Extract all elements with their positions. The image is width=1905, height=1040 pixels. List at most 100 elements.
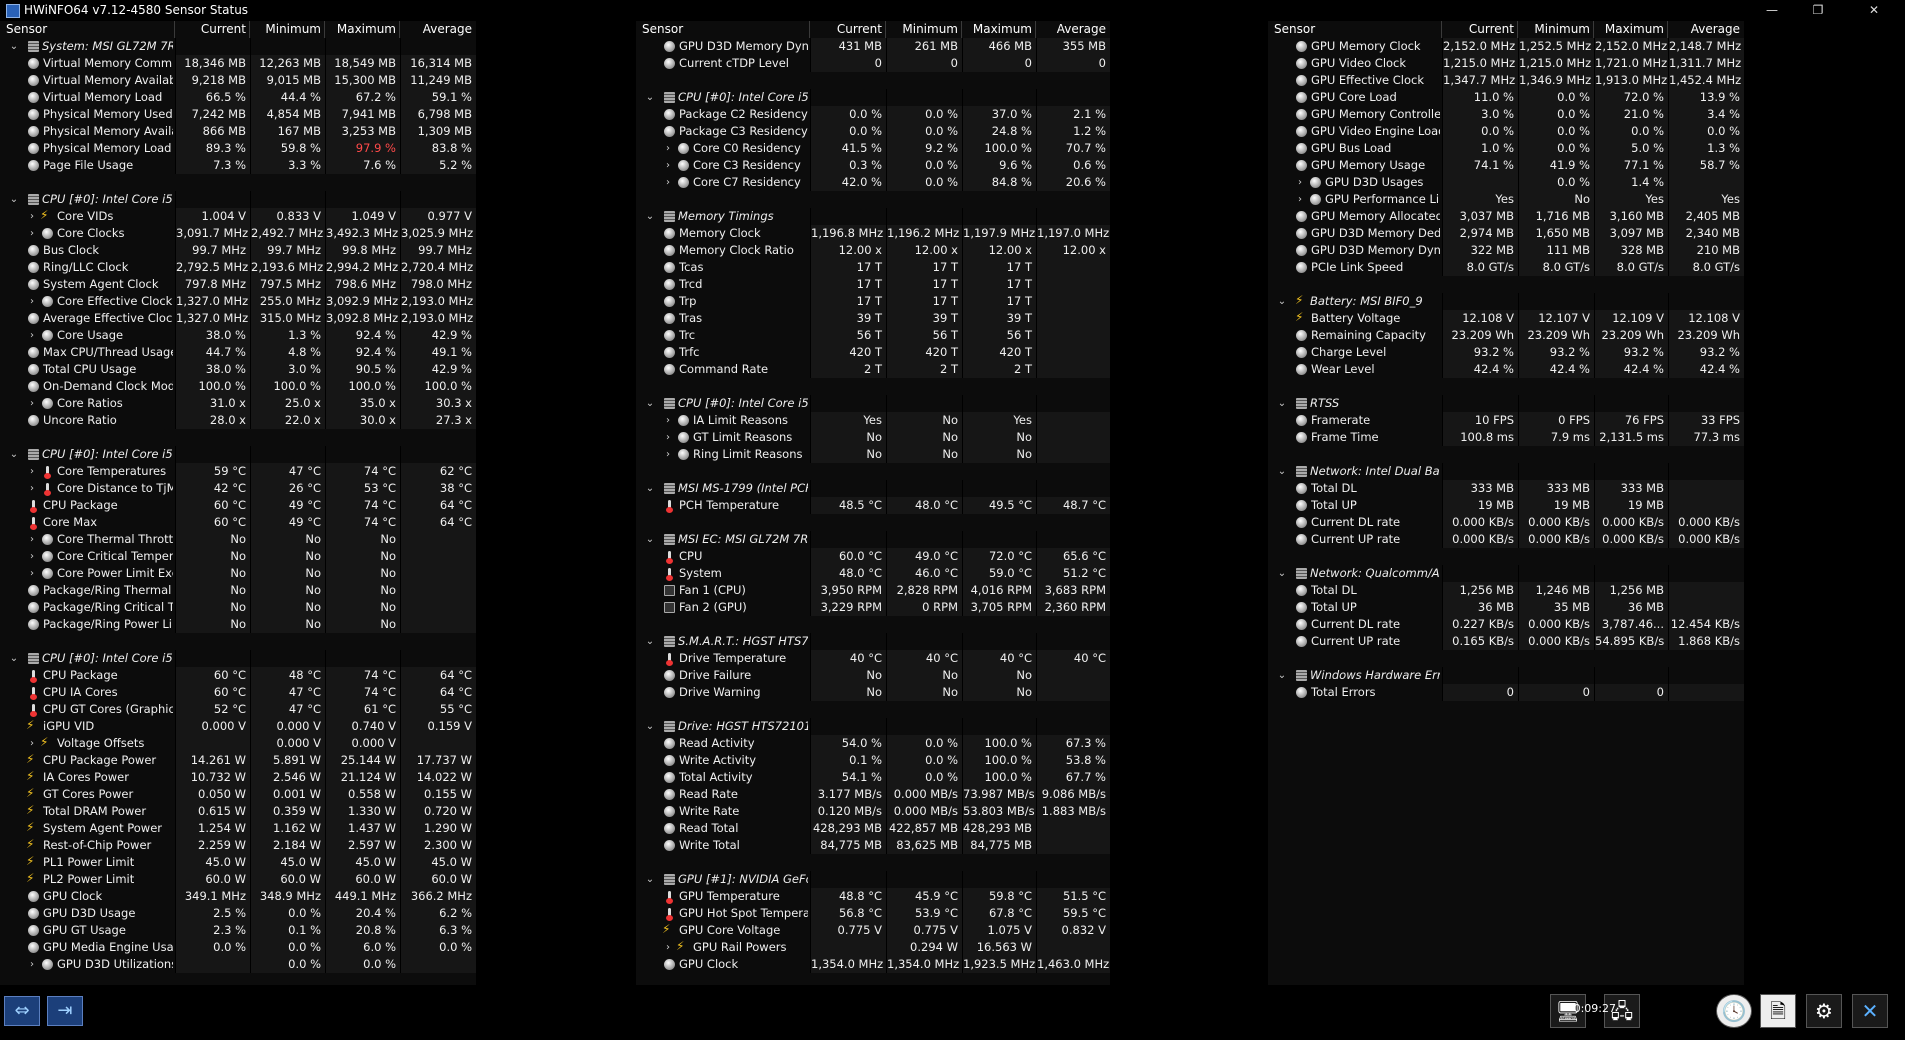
collapse-chevron-icon[interactable]: ⌄ xyxy=(644,531,656,548)
sensor-row[interactable]: › Core Usage 38.0 % 1.3 % 92.4 % 42.9 % xyxy=(0,327,476,344)
sensor-row[interactable]: CPU Package 60 °C 49 °C 74 °C 64 °C xyxy=(0,497,476,514)
sensor-row[interactable]: Drive Temperature 40 °C 40 °C 40 °C 40 °C xyxy=(636,650,1110,667)
sensor-row[interactable]: ›GPU Performance LimitsYesNoYesYes xyxy=(1268,191,1744,208)
sensor-group-header[interactable]: ⌄ Drive: HGST HTS721010... xyxy=(636,718,1110,735)
sensor-row[interactable]: › Core Distance to TjMAX42 °C26 °C53 °C38… xyxy=(0,480,476,497)
sensor-row[interactable]: On-Demand Clock Modul...100.0 %100.0 %10… xyxy=(0,378,476,395)
sensor-group-header[interactable]: ⌄ CPU [#0]: Intel Core i5-... xyxy=(636,395,1110,412)
sensor-group-header[interactable]: ⌄ Network: Intel Dual Ban... xyxy=(1268,463,1744,480)
sensor-row[interactable]: › Core C3 Residency 0.3 % 0.0 % 9.6 % 0.6 % xyxy=(636,157,1110,174)
sensor-row[interactable]: PL1 Power Limit45.0 W45.0 W45.0 W45.0 W xyxy=(0,854,476,871)
sensor-row[interactable]: › GT Limit Reasons No No No xyxy=(636,429,1110,446)
sensor-group-header[interactable]: ⌄ CPU [#0]: Intel Core i5-... xyxy=(636,89,1110,106)
sensor-row[interactable]: GPU Effective Clock 1,347.7 MHz 1,346.9 MH… xyxy=(1268,72,1744,89)
expand-chevron-icon[interactable]: › xyxy=(26,293,38,310)
collapse-chevron-icon[interactable]: ⌄ xyxy=(1276,667,1288,684)
sensor-row[interactable]: CPU Package 60 °C 48 °C 74 °C 64 °C xyxy=(0,667,476,684)
expand-chevron-icon[interactable]: › xyxy=(26,565,38,582)
sensor-row[interactable]: › Core VIDs 1.004 V0.833 V1.049 V0.977 V xyxy=(0,208,476,225)
expand-chevron-icon[interactable]: › xyxy=(662,939,674,956)
expand-chevron-icon[interactable]: › xyxy=(662,429,674,446)
sensor-group-header[interactable]: ⌄ Battery: MSI BIF0_9 xyxy=(1268,293,1744,310)
sensor-group-header[interactable]: ⌄ CPU [#0]: Intel Core i5-... xyxy=(0,191,476,208)
sensor-row[interactable]: › Core C7 Residency 42.0 % 0.0 % 84.8 % 20.6 … xyxy=(636,174,1110,191)
sensor-row[interactable]: CPU GT Cores (Graphics) 52 °C 47 °C 61 °C 55… xyxy=(0,701,476,718)
sensor-row[interactable]: Ring/LLC Clock 2,792.5 MHz 2,193.6 MHz 2,99… xyxy=(0,259,476,276)
settings-icon[interactable]: ⚙ xyxy=(1806,994,1842,1028)
header-minimum[interactable]: Minimum xyxy=(250,21,325,38)
expand-chevron-icon[interactable]: › xyxy=(26,480,38,497)
collapse-chevron-icon[interactable]: ⌄ xyxy=(1276,565,1288,582)
sensor-row[interactable]: Virtual Memory Available 9,218 MB 9,015 MB… xyxy=(0,72,476,89)
sensor-row[interactable]: Tras 39 T 39 T 39 T xyxy=(636,310,1110,327)
sensor-row[interactable]: Physical Memory Used 7,242 MB 4,854 MB 7,94… xyxy=(0,106,476,123)
sensor-row[interactable]: Page File Usage 7.3 % 3.3 % 7.6 % 5.2 % xyxy=(0,157,476,174)
sensor-row[interactable]: Current UP rate 0.165 KB/s 0.000 KB/s 54.89… xyxy=(1268,633,1744,650)
sensor-row[interactable]: Trfc 420 T 420 T 420 T xyxy=(636,344,1110,361)
header-sensor[interactable]: Sensor xyxy=(642,21,810,38)
sensor-row[interactable]: Package/Ring Critical Te...NoNoNo xyxy=(0,599,476,616)
sensor-row[interactable]: Total CPU Usage 38.0 % 3.0 % 90.5 % 42.9 % xyxy=(0,361,476,378)
sensor-row[interactable]: › IA Limit Reasons Yes No Yes xyxy=(636,412,1110,429)
expand-chevron-icon[interactable]: › xyxy=(662,412,674,429)
sensor-row[interactable]: Battery Voltage12.108 V12.107 V12.109 V1… xyxy=(1268,310,1744,327)
sensor-row[interactable]: GPU Memory Clock 2,152.0 MHz 1,252.5 MHz 2,… xyxy=(1268,38,1744,55)
collapse-chevron-icon[interactable]: ⌄ xyxy=(8,191,20,208)
sensor-row[interactable]: Read Activity 54.0 % 0.0 % 100.0 % 67.3 % xyxy=(636,735,1110,752)
sensor-row[interactable]: Read Rate 3.177 MB/s 0.000 MB/s 73.987 MB/s… xyxy=(636,786,1110,803)
sensor-row[interactable]: ›Core Thermal ThrottlingNoNoNo xyxy=(0,531,476,548)
collapse-chevron-icon[interactable]: ⌄ xyxy=(1276,293,1288,310)
sensor-row[interactable]: GPU GT Usage 2.3 % 0.1 % 20.8 % 6.3 % xyxy=(0,922,476,939)
sensor-row[interactable]: System 48.0 °C 46.0 °C 59.0 °C 51.2 °C xyxy=(636,565,1110,582)
expand-chevron-icon[interactable]: › xyxy=(662,174,674,191)
expand-chevron-icon[interactable]: › xyxy=(662,157,674,174)
sensor-row[interactable]: GPU D3D Usage 2.5 % 0.0 % 20.4 % 6.2 % xyxy=(0,905,476,922)
close-window-button[interactable]: ✕ xyxy=(1851,0,1897,21)
sensor-row[interactable]: CPU IA Cores 60 °C 47 °C 74 °C 64 °C xyxy=(0,684,476,701)
collapse-chevron-icon[interactable]: ⌄ xyxy=(644,633,656,650)
sensor-row[interactable]: Total DL 1,256 MB 1,246 MB 1,256 MB xyxy=(1268,582,1744,599)
sensor-group-header[interactable]: ⌄ CPU [#0]: Intel Core i5-... xyxy=(0,650,476,667)
sensor-row[interactable]: Package/Ring Thermal T...NoNoNo xyxy=(0,582,476,599)
sensor-row[interactable]: Uncore Ratio 28.0 x 22.0 x 30.0 x 27.3 x xyxy=(0,412,476,429)
sensor-row[interactable]: Bus Clock 99.7 MHz 99.7 MHz 99.8 MHz 99.7 MH… xyxy=(0,242,476,259)
expand-chevron-icon[interactable]: › xyxy=(26,463,38,480)
collapse-chevron-icon[interactable]: ⌄ xyxy=(644,208,656,225)
clock-icon[interactable]: 🕓 xyxy=(1716,994,1752,1028)
sensor-row[interactable]: › Ring Limit Reasons No No No xyxy=(636,446,1110,463)
sensor-row[interactable]: Package C2 Residency 0.0 % 0.0 % 37.0 % 2.1 … xyxy=(636,106,1110,123)
header-average[interactable]: Average xyxy=(1668,21,1744,38)
sensor-row[interactable]: CPU 60.0 °C 49.0 °C 72.0 °C 65.6 °C xyxy=(636,548,1110,565)
sensor-row[interactable]: GPU Temperature 48.8 °C 45.9 °C 59.8 °C 51.5… xyxy=(636,888,1110,905)
collapse-chevron-icon[interactable]: ⌄ xyxy=(644,395,656,412)
sensor-row[interactable]: GPU Core Voltage0.775 V0.775 V1.075 V0.8… xyxy=(636,922,1110,939)
minimize-button[interactable]: — xyxy=(1749,0,1795,21)
collapse-chevron-icon[interactable]: ⌄ xyxy=(1276,463,1288,480)
expand-chevron-icon[interactable]: › xyxy=(1294,174,1306,191)
expand-chevron-icon[interactable]: › xyxy=(26,395,38,412)
header-current[interactable]: Current xyxy=(810,21,886,38)
sensor-row[interactable]: GPU Media Engine Usage0.0 %0.0 %6.0 %0.0… xyxy=(0,939,476,956)
sensor-row[interactable]: Memory Clock 1,196.8 MHz 1,196.2 MHz 1,197.… xyxy=(636,225,1110,242)
sensor-row[interactable]: GPU Video Engine Load 0.0 % 0.0 % 0.0 % 0.0 … xyxy=(1268,123,1744,140)
sensor-row[interactable]: Write Rate 0.120 MB/s 0.000 MB/s 53.803 MB/… xyxy=(636,803,1110,820)
sensor-row[interactable]: Virtual Memory Committed18,346 MB12,263 … xyxy=(0,55,476,72)
expand-chevron-icon[interactable]: › xyxy=(26,956,38,973)
sensor-row[interactable]: GPU Memory Controller L...3.0 %0.0 %21.0… xyxy=(1268,106,1744,123)
sensor-row[interactable]: Wear Level 42.4 % 42.4 % 42.4 % 42.4 % xyxy=(1268,361,1744,378)
sensor-row[interactable]: › Core C0 Residency 41.5 % 9.2 % 100.0 % 70.7… xyxy=(636,140,1110,157)
sensor-row[interactable]: Write Activity 0.1 % 0.0 % 100.0 % 53.8 % xyxy=(636,752,1110,769)
expand-chevron-icon[interactable]: › xyxy=(26,735,38,752)
sensor-row[interactable]: GPU Memory Usage 74.1 % 41.9 % 77.1 % 58.7 % xyxy=(1268,157,1744,174)
sensor-row[interactable]: Total UP 19 MB 19 MB 19 MB xyxy=(1268,497,1744,514)
sensor-row[interactable]: iGPU VID0.000 V0.000 V0.740 V0.159 V xyxy=(0,718,476,735)
expand-chevron-icon[interactable]: › xyxy=(26,327,38,344)
header-maximum[interactable]: Maximum xyxy=(1594,21,1668,38)
collapse-chevron-icon[interactable]: ⌄ xyxy=(8,446,20,463)
sensor-row[interactable]: Memory Clock Ratio 12.00 x 12.00 x 12.00 x1… xyxy=(636,242,1110,259)
sensor-row[interactable]: ›Core Critical Tempera...NoNoNo xyxy=(0,548,476,565)
collapse-chevron-icon[interactable]: ⌄ xyxy=(644,480,656,497)
sensor-row[interactable]: GPU Clock 1,354.0 MHz 1,354.0 MHz 1,923.5 M… xyxy=(636,956,1110,973)
collapse-chevron-icon[interactable]: ⌄ xyxy=(1276,395,1288,412)
sensor-row[interactable]: GPU Hot Spot Temperature56.8 °C53.9 °C67… xyxy=(636,905,1110,922)
